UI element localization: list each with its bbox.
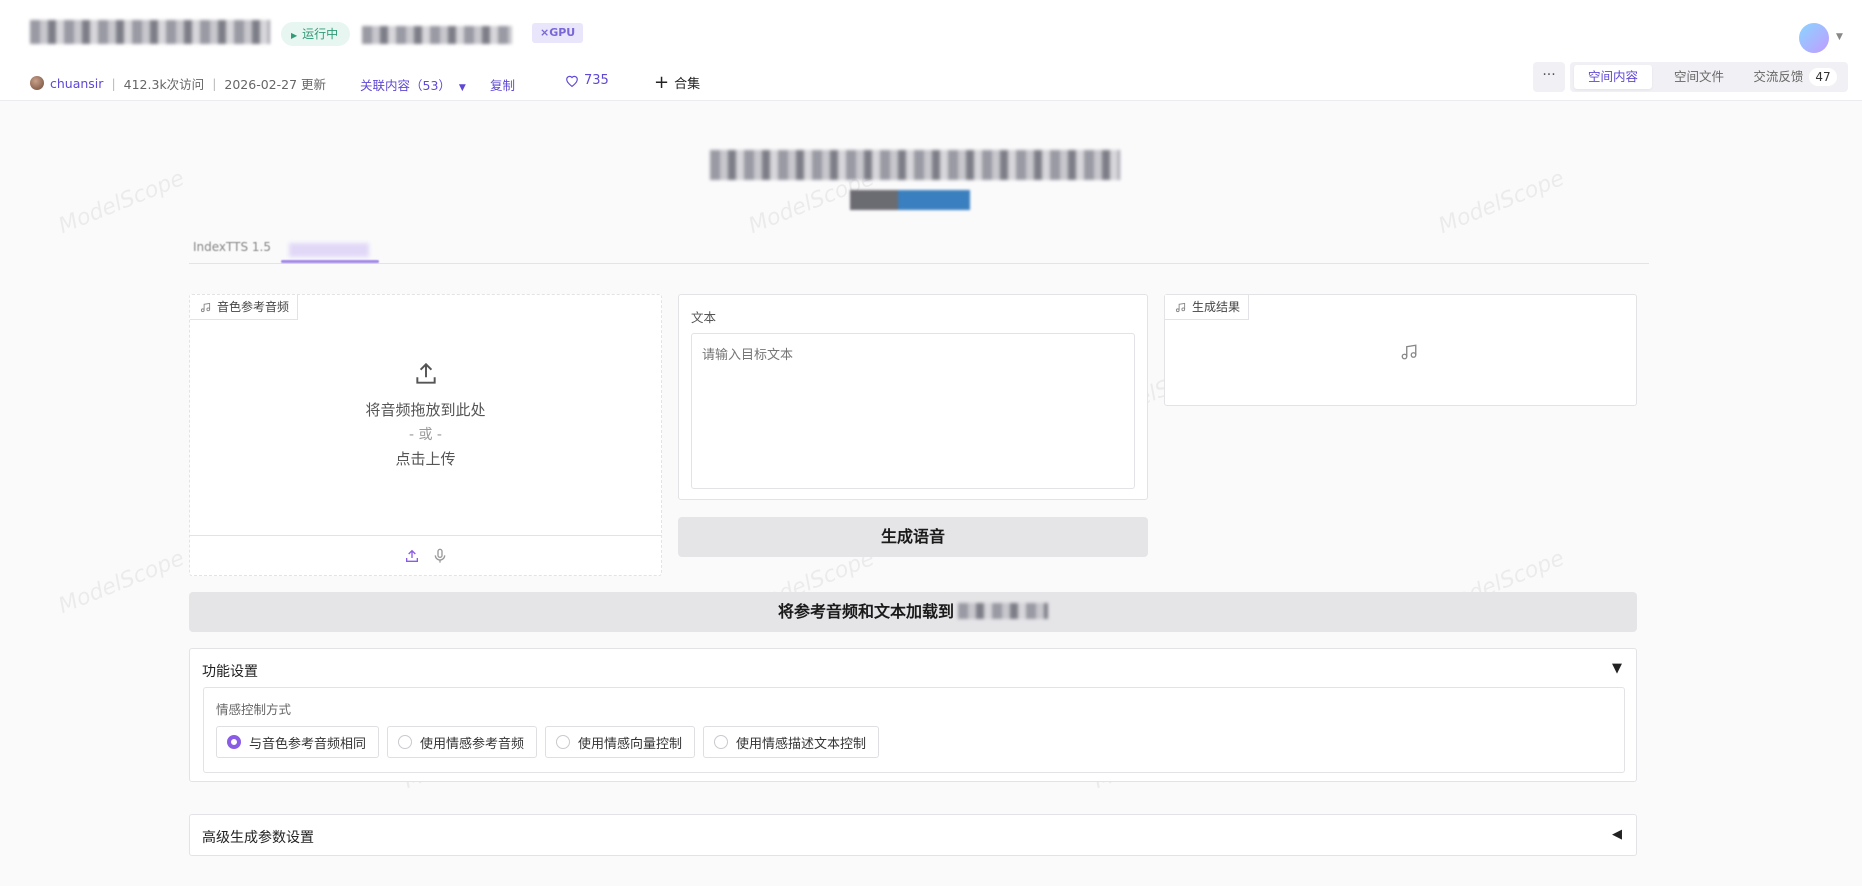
advanced-settings-accordion[interactable]: 高级生成参数设置 ◀ bbox=[189, 814, 1637, 856]
load-reference-button[interactable]: 将参考音频和文本加载到 bbox=[189, 592, 1637, 632]
space-tabs: 空间内容 空间文件 交流反馈 47 bbox=[1570, 62, 1848, 92]
gpu-icon: ⨯ bbox=[540, 26, 550, 39]
author-link[interactable]: chuansir bbox=[50, 76, 103, 91]
radio-dot bbox=[714, 735, 729, 749]
emotion-control-label: 情感控制方式 bbox=[216, 702, 292, 717]
related-content-dropdown[interactable]: 关联内容（53） ▼ bbox=[360, 75, 466, 94]
play-icon: ▶ bbox=[291, 31, 298, 40]
result-audio-panel: 生成结果 bbox=[1164, 294, 1637, 406]
music-note-icon bbox=[200, 302, 211, 312]
status-badge: ▶ 运行中 bbox=[281, 22, 351, 46]
result-panel-label: 生成结果 bbox=[1165, 295, 1250, 320]
target-text-input[interactable] bbox=[691, 333, 1135, 489]
space-header: ▶ 运行中 ⨯GPU ▼ chuansir | 412.3k次访问 | 2026-… bbox=[0, 0, 1862, 101]
emotion-control-group: 情感控制方式 与音色参考音频相同 使用情感参考音频 使用情感向量控制 使用情感描… bbox=[203, 687, 1625, 773]
radio-dot bbox=[556, 735, 571, 749]
drop-zone[interactable]: 将音频拖放到此处 - 或 - 点击上传 bbox=[190, 319, 661, 529]
app-subtitle-redacted bbox=[850, 190, 970, 210]
emotion-control-options: 与音色参考音频相同 使用情感参考音频 使用情感向量控制 使用情感描述文本控制 bbox=[216, 726, 880, 758]
tab-feedback[interactable]: 交流反馈 47 bbox=[1746, 65, 1844, 89]
copy-button[interactable]: 复制 bbox=[490, 75, 515, 94]
like-button[interactable]: 735 bbox=[565, 73, 609, 88]
caret-down-icon: ▼ bbox=[458, 83, 466, 93]
reference-audio-upload[interactable]: 音色参考音频 将音频拖放到此处 - 或 - 点击上传 bbox=[189, 294, 662, 576]
collapse-arrow-icon[interactable]: ▼ bbox=[1612, 661, 1622, 676]
app-title-redacted bbox=[710, 150, 1120, 180]
radio-same-as-reference[interactable]: 与音色参考音频相同 bbox=[216, 726, 380, 758]
tab-active-redacted[interactable] bbox=[289, 243, 369, 257]
upload-icon bbox=[415, 362, 436, 384]
update-date: 2026-02-27 更新 bbox=[224, 76, 327, 92]
upload-icon[interactable] bbox=[404, 548, 420, 564]
plus-icon: + bbox=[654, 71, 670, 93]
radio-dot bbox=[398, 735, 413, 749]
add-collection-button[interactable]: + 合集 bbox=[654, 73, 700, 92]
radio-emotion-text[interactable]: 使用情感描述文本控制 bbox=[703, 726, 880, 758]
more-button[interactable]: ··· bbox=[1533, 62, 1565, 92]
feedback-count: 47 bbox=[1809, 68, 1837, 86]
music-note-icon bbox=[1175, 302, 1186, 312]
app-tab-bar: IndexTTS 1.5 bbox=[189, 239, 1649, 264]
watermark: ModelScope bbox=[55, 545, 188, 620]
radio-emotion-vector[interactable]: 使用情感向量控制 bbox=[545, 726, 696, 758]
space-path-redacted[interactable] bbox=[362, 26, 512, 44]
advanced-settings-title[interactable]: 高级生成参数设置 bbox=[202, 827, 314, 847]
heart-icon bbox=[566, 75, 578, 87]
chevron-down-icon[interactable]: ▼ bbox=[1836, 32, 1843, 42]
expand-arrow-icon[interactable]: ◀ bbox=[1612, 827, 1622, 842]
or-text: - 或 - bbox=[408, 427, 442, 443]
text-label: 文本 bbox=[691, 310, 717, 325]
author-avatar bbox=[30, 76, 44, 90]
music-note-icon bbox=[1401, 344, 1417, 360]
drop-text: 将音频拖放到此处 bbox=[365, 401, 486, 419]
tab-space-content[interactable]: 空间内容 bbox=[1574, 65, 1652, 89]
upload-panel-label: 音色参考音频 bbox=[190, 295, 299, 320]
watermark: ModelScope bbox=[55, 165, 188, 240]
function-settings-accordion: 功能设置 ▼ 情感控制方式 与音色参考音频相同 使用情感参考音频 使用情感向量控… bbox=[189, 648, 1637, 782]
active-tab-indicator bbox=[281, 260, 379, 263]
load-target-redacted bbox=[958, 603, 1048, 619]
generate-speech-button[interactable]: 生成语音 bbox=[678, 517, 1148, 557]
space-title-redacted bbox=[30, 20, 270, 44]
user-avatar[interactable] bbox=[1799, 23, 1829, 53]
visit-count: 412.3k次访问 bbox=[123, 76, 205, 92]
radio-dot bbox=[227, 735, 241, 749]
text-panel: 文本 bbox=[678, 294, 1148, 500]
tab-space-files[interactable]: 空间文件 bbox=[1656, 65, 1742, 89]
upload-source-bar bbox=[190, 535, 661, 576]
tab-indextts[interactable]: IndexTTS 1.5 bbox=[193, 240, 271, 254]
watermark: ModelScope bbox=[1435, 165, 1568, 240]
function-settings-title[interactable]: 功能设置 bbox=[202, 661, 258, 681]
space-meta: chuansir | 412.3k次访问 | 2026-02-27 更新 bbox=[30, 74, 326, 92]
microphone-icon[interactable] bbox=[432, 548, 448, 564]
radio-emotion-reference-audio[interactable]: 使用情感参考音频 bbox=[387, 726, 538, 758]
click-upload-text: 点击上传 bbox=[395, 450, 456, 468]
gpu-badge: ⨯GPU bbox=[532, 23, 584, 43]
